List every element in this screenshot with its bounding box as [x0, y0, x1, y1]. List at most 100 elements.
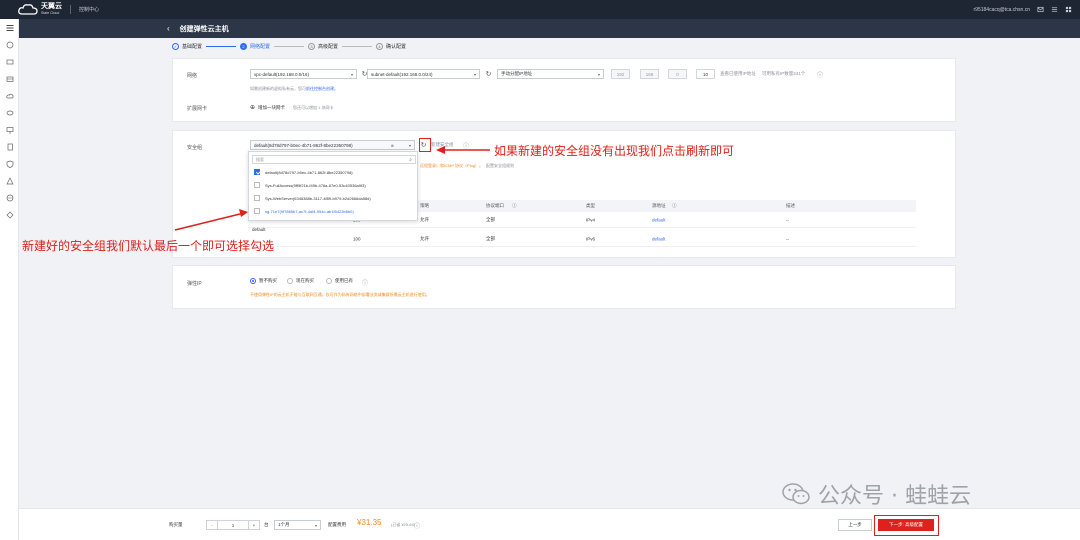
nav-apps[interactable]	[0, 206, 19, 223]
user-account[interactable]: r95184cacq@tca.chsn.cn	[974, 7, 1031, 13]
price-saving: (已省 ¥25.65)	[391, 522, 416, 527]
step-basic[interactable]: ✓ 基础配置	[172, 43, 202, 50]
eip-option-buy[interactable]: 现在购买	[287, 278, 314, 284]
subnet-refresh-icon[interactable]: ↻	[485, 69, 492, 79]
step-advanced[interactable]: 3 高级配置	[308, 43, 338, 50]
eip-card: 弹性IP	[172, 265, 956, 309]
page-title: 创建弹性云主机	[179, 25, 229, 33]
nav-cdn[interactable]	[0, 104, 19, 121]
radio[interactable]	[287, 278, 293, 284]
checkbox[interactable]	[254, 169, 260, 175]
cloud-logo-icon	[18, 4, 38, 15]
message-icon[interactable]	[1037, 6, 1044, 13]
step-connector	[274, 46, 305, 47]
checkbox[interactable]	[254, 195, 260, 201]
cloud-icon	[5, 93, 13, 98]
nav-ecommerce[interactable]	[0, 189, 19, 206]
nav-file[interactable]	[0, 138, 19, 155]
nav-ecs[interactable]	[0, 36, 19, 53]
step-number: 3	[308, 43, 316, 50]
ip-mode-select[interactable]: 手动分配IP地址 ▾	[497, 69, 604, 79]
step-label: 网络配置	[250, 44, 271, 50]
dropdown-search-input[interactable]: 搜索 ⌕	[252, 155, 416, 164]
nav-security[interactable]	[0, 155, 19, 172]
view-used-ip-link[interactable]: 查看已使用IP地址	[720, 71, 756, 77]
nav-cloud[interactable]	[0, 87, 19, 104]
shield-icon	[6, 160, 13, 168]
new-security-group-link[interactable]: 新建安全组	[431, 142, 454, 148]
ip-available-text: 可用私有IP数量241个	[762, 71, 806, 76]
configure-rules-link[interactable]: 配置安全组规则	[486, 163, 514, 169]
document-icon	[7, 143, 13, 150]
watermark: 公众号 · 蛙蛙云	[782, 478, 971, 510]
create-vpc-link[interactable]: 前往控制台创建。	[306, 86, 338, 91]
menu-toggle[interactable]	[0, 19, 19, 36]
grid-menu-icon[interactable]	[1065, 6, 1072, 13]
list-item[interactable]: Sys-FullAccess(9ff9f21b-f49b-476a-87e0-5…	[254, 182, 366, 188]
unit-label: 台	[264, 522, 269, 527]
period-select[interactable]: 1个月 ▾	[274, 520, 321, 530]
qty-input[interactable]: 1	[218, 521, 248, 529]
clear-icon[interactable]: ⊗	[391, 143, 394, 148]
help-icon[interactable]: ⓘ	[512, 203, 517, 209]
list-item[interactable]: sg-71e7(9f7865b7-ac7f-4df4-954c-ab1f5423…	[254, 208, 354, 214]
brand-logo[interactable]: 天翼云 State Cloud	[18, 3, 62, 16]
server-icon	[6, 41, 13, 48]
step-connector	[342, 46, 373, 47]
bottom-action-bar: 购买量 − 1 + 台 1个月 ▾ 配置费用 ¥31.35 (已省 ¥25.65)…	[19, 508, 1080, 540]
ip-octet-3: 0	[668, 69, 687, 79]
divider	[70, 5, 71, 14]
checkbox[interactable]	[254, 208, 260, 214]
nav-monitor[interactable]	[0, 121, 19, 138]
ip-octet-4-input[interactable]: 10	[696, 69, 715, 79]
prev-step-button[interactable]: 上一步	[838, 519, 872, 531]
chevron-down-icon: ▾	[408, 143, 411, 148]
checkbox[interactable]	[254, 182, 260, 188]
top-navigation-bar: 天翼云 State Cloud 控制中心 r95184cacq@tca.chsn…	[0, 0, 1080, 19]
col-policy: 策略	[420, 203, 429, 208]
add-nic-button[interactable]: ⊕ 增加一块网卡	[250, 104, 285, 112]
eip-option-existing[interactable]: 使用已有	[326, 278, 353, 284]
console-link[interactable]: 控制中心	[79, 6, 99, 13]
vpc-select[interactable]: vpc-default(192.168.0.0/16) ▾	[250, 69, 357, 79]
qty-decrease-button[interactable]: −	[207, 521, 218, 529]
security-group-select[interactable]: default(8d78d797-b0ec-4b71-862f-8be22350…	[250, 140, 415, 150]
eip-label: 弹性IP	[187, 281, 202, 287]
help-icon[interactable]: ⓘ	[414, 521, 420, 530]
nav-network[interactable]	[0, 172, 19, 189]
brand-name-en: State Cloud	[41, 10, 60, 15]
radio[interactable]	[326, 278, 332, 284]
quantity-stepper[interactable]: − 1 +	[206, 520, 260, 530]
ip-octet-1: 192	[611, 69, 630, 79]
qty-increase-button[interactable]: +	[248, 521, 259, 529]
source-link[interactable]: default	[652, 217, 666, 222]
hamburger-icon	[6, 24, 13, 31]
eip-option-none[interactable]: 暂不购买	[250, 278, 277, 284]
nav-database[interactable]	[0, 70, 19, 87]
nic-label: 扩展网卡	[187, 106, 208, 112]
nav-storage[interactable]	[0, 53, 19, 70]
security-group-dropdown: 搜索 ⌕ default(8d78d797-b0ec-4b71-862f-8be…	[248, 151, 418, 221]
step-confirm[interactable]: 4 确认配置	[376, 43, 406, 50]
subnet-select[interactable]: subnet-default(192.168.0.0/24) ▾	[367, 69, 480, 79]
col-port: 协议端口	[486, 203, 504, 208]
list-item[interactable]: Sys-WebServer(6346388b-3117-4f89-b979-b2…	[254, 195, 371, 201]
refresh-annotation: 如果新建的安全组没有出现我们点击刷新即可	[494, 144, 735, 158]
help-icon[interactable]: ⓘ	[672, 203, 677, 209]
help-icon[interactable]: ⓘ	[362, 278, 368, 287]
help-icon[interactable]: ⓘ	[817, 70, 823, 79]
settings-icon[interactable]	[1051, 6, 1058, 13]
source-link[interactable]: default	[652, 236, 666, 241]
search-icon: ⌕	[409, 157, 412, 163]
network-label: 网络	[187, 73, 198, 79]
globe-icon	[6, 194, 13, 201]
plus-circle-icon: ⊕	[250, 105, 256, 111]
list-item[interactable]: default(8d78d797-b0ec-4b71-862f-8be22350…	[254, 169, 353, 175]
eip-hint: 不使用弹性IP的云主机不能与互联网互通，仅可作为私有网络中部署业务或集群所需云主…	[250, 292, 430, 297]
radio[interactable]	[250, 278, 256, 284]
help-icon[interactable]: ⓘ	[463, 141, 469, 150]
qty-label: 购买量	[169, 522, 183, 527]
step-network[interactable]: 2 网络配置	[240, 43, 270, 50]
wizard-steps: ✓ 基础配置 2 网络配置 3 高级配置 4 确认配置	[172, 43, 406, 50]
back-arrow-icon[interactable]: ‹	[167, 24, 170, 33]
